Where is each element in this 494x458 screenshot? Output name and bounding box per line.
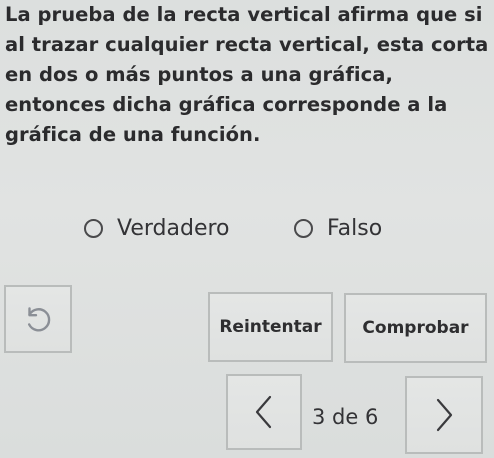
undo-icon xyxy=(28,307,51,332)
chevron-left-icon xyxy=(255,395,272,429)
radio-falso[interactable] xyxy=(294,219,313,238)
check-button[interactable]: Comprobar xyxy=(344,293,487,363)
option-verdadero[interactable]: Verdadero xyxy=(84,216,230,241)
reset-button[interactable] xyxy=(4,285,72,353)
option-falso[interactable]: Falso xyxy=(294,216,382,241)
option-verdadero-label: Verdadero xyxy=(117,216,230,241)
radio-verdadero[interactable] xyxy=(84,219,103,238)
question-text: La prueba de la recta vertical afirma qu… xyxy=(5,3,489,146)
page-indicator: 3 de 6 xyxy=(312,405,379,429)
option-falso-label: Falso xyxy=(327,216,383,241)
check-button-label: Comprobar xyxy=(362,318,469,338)
previous-button[interactable] xyxy=(226,374,302,450)
next-button[interactable] xyxy=(405,376,483,454)
answer-options: Verdadero Falso xyxy=(0,216,494,250)
retry-button[interactable]: Reintentar xyxy=(208,292,333,362)
chevron-right-icon xyxy=(436,398,453,432)
retry-button-label: Reintentar xyxy=(219,317,322,337)
